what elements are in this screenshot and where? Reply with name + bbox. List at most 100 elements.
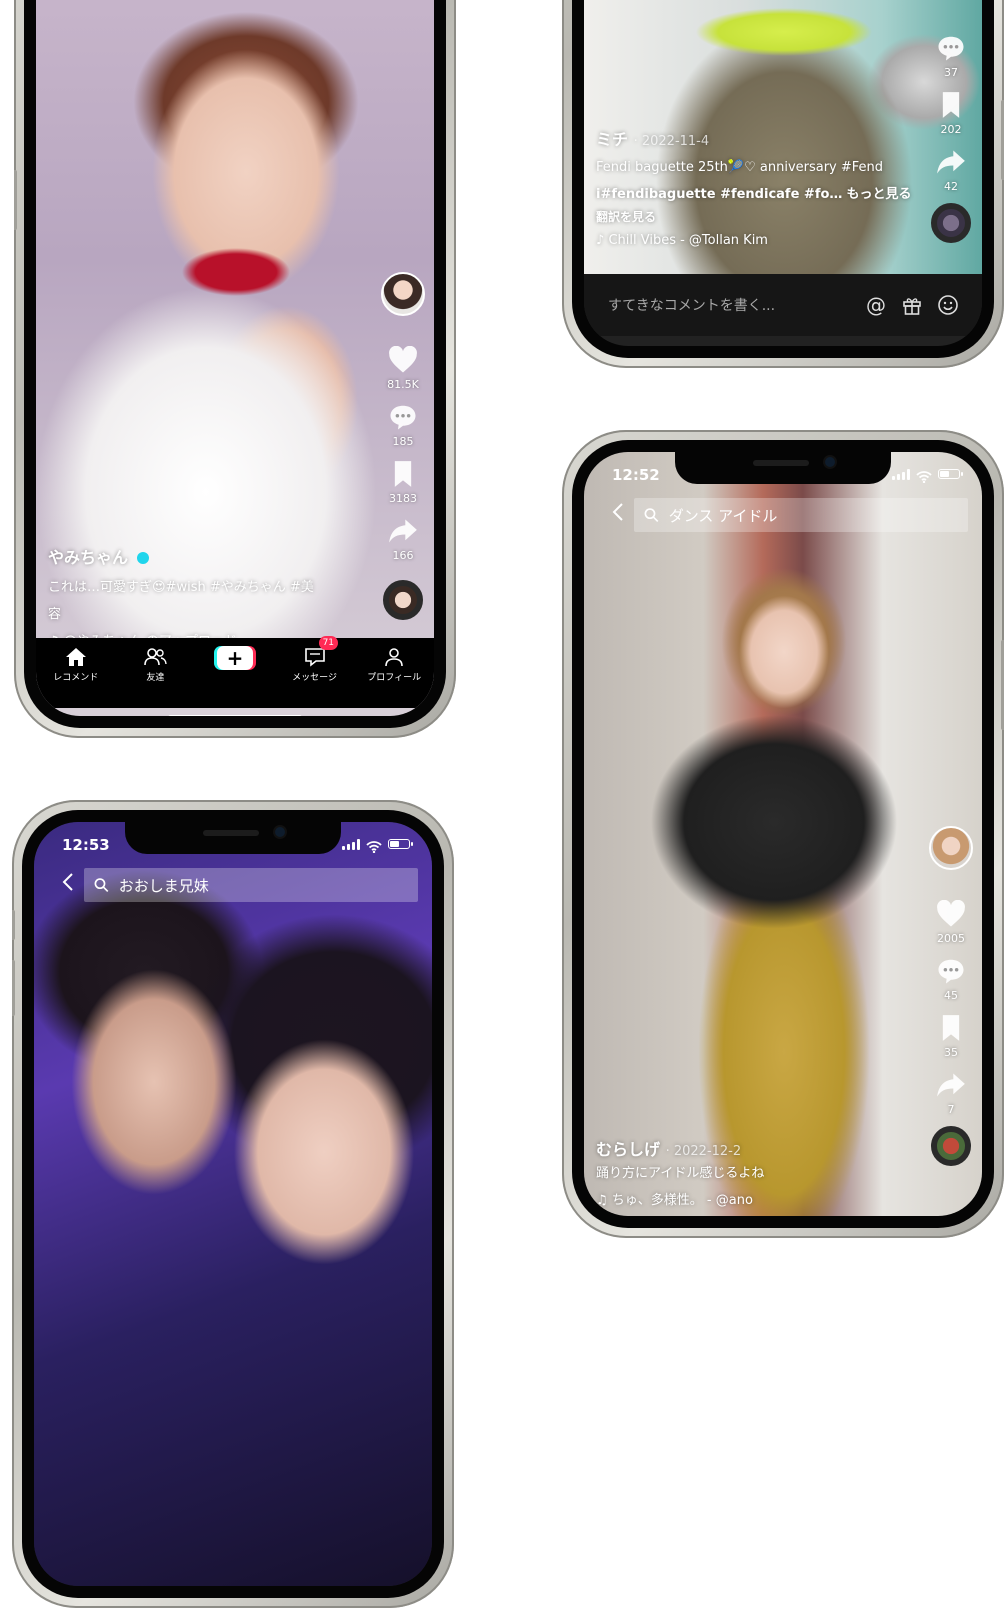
back-icon[interactable] (52, 868, 84, 902)
action-rail: 81.5K 185 3183 166 (380, 272, 426, 630)
description-line: i#fendibaguette #fendicafe #fo… (596, 187, 843, 202)
creator-name[interactable]: ミチ · 2022-11-4 (596, 126, 896, 150)
like-count: 2005 (937, 932, 965, 945)
action-rail: 37 202 42 (928, 32, 974, 253)
phone-frame-fendi: 37 202 42 ミチ · 2022-11-4 Fendi baguette … (562, 0, 1004, 368)
music-title: Chill Vibes - @Tollan Kim (608, 233, 768, 248)
share-button[interactable]: 7 (928, 1069, 974, 1116)
mention-icon[interactable]: @ (858, 293, 894, 317)
like-button[interactable]: 81.5K (380, 344, 426, 391)
tab-inbox[interactable]: 71 メッセージ (279, 636, 351, 683)
tab-profile[interactable]: プロフィール (358, 638, 430, 683)
music-link[interactable]: ♫ ちゅ、多様性。 - @ano (596, 1189, 896, 1208)
search-input[interactable] (666, 505, 968, 525)
music-disc-icon[interactable] (931, 1126, 971, 1166)
gift-icon[interactable] (894, 295, 930, 315)
wifi-icon (366, 838, 382, 854)
creator-name-text: むらしげ (596, 1140, 661, 1159)
battery-icon (388, 839, 413, 849)
tab-label: メッセージ (292, 673, 337, 683)
share-count: 7 (947, 1103, 955, 1116)
notch (125, 822, 341, 854)
video-description: 踊り方にアイドル感じるよね (596, 1166, 765, 1181)
bookmark-button[interactable]: 35 (928, 1012, 974, 1059)
phone-frame-recommend: 81.5K 185 3183 166 やみちゃん これは…可愛すぎ😍#wish … (14, 0, 456, 738)
status-time: 12:52 (612, 466, 660, 484)
share-icon (387, 515, 419, 547)
search-bar (52, 868, 418, 902)
emoji-icon[interactable] (930, 294, 966, 316)
status-icons (342, 838, 413, 854)
search-input[interactable] (116, 875, 418, 895)
search-field[interactable] (634, 498, 968, 532)
back-icon[interactable] (602, 498, 634, 532)
tab-label: プロフィール (367, 673, 422, 683)
creator-avatar[interactable] (929, 826, 973, 870)
home-icon (65, 644, 87, 670)
description-line: これは…可愛すぎ😍#wish #やみちゃん #美 (48, 580, 314, 595)
video-caption: やみちゃん これは…可愛すぎ😍#wish #やみちゃん #美 容 ♫ @やみちゃ… (48, 544, 348, 649)
video-description: Fendi baguette 25th🎾♡ anniversary #Fend … (596, 154, 912, 208)
search-field[interactable] (84, 868, 418, 902)
heart-icon (387, 344, 419, 376)
tab-label: 友達 (146, 673, 165, 683)
comment-button[interactable]: 37 (928, 32, 974, 79)
comment-input[interactable]: すてきなコメントを書く... (608, 295, 858, 315)
search-icon (94, 878, 109, 893)
bottom-tab-bar: レコメンド 友達 + 71 メッセージ プロフィール (36, 636, 434, 708)
comment-count: 45 (944, 989, 958, 1002)
tab-create[interactable]: + (199, 638, 271, 670)
description-line: 容 (48, 607, 62, 622)
music-disc-icon[interactable] (383, 580, 423, 620)
home-indicator[interactable] (168, 715, 302, 716)
comment-icon (935, 955, 967, 987)
phone-frame-search-siblings: 12:53 (12, 800, 454, 1608)
share-count: 42 (944, 180, 958, 193)
bookmark-count: 35 (944, 1046, 958, 1059)
video-player[interactable] (34, 822, 432, 1586)
see-more-link[interactable]: もっと見る (847, 187, 912, 202)
share-button[interactable]: 42 (928, 146, 974, 193)
unread-badge: 71 (318, 636, 339, 650)
creator-name-text: ミチ (596, 130, 629, 149)
wifi-icon (916, 468, 932, 484)
signal-icon (342, 838, 360, 850)
bookmark-count: 202 (940, 123, 962, 136)
share-icon (935, 146, 967, 178)
comment-icon (387, 401, 419, 433)
video-caption: むらしげ · 2022-12-2 踊り方にアイドル感じるよね ♫ ちゅ、多様性。… (596, 1136, 896, 1208)
creator-name[interactable]: むらしげ · 2022-12-2 (596, 1136, 896, 1160)
search-bar (602, 498, 968, 532)
video-player[interactable] (584, 452, 982, 1216)
post-date: · 2022-11-4 (633, 134, 710, 149)
translate-link[interactable]: 翻訳を見る (596, 208, 896, 225)
like-button[interactable]: 2005 (928, 898, 974, 945)
comment-button[interactable]: 45 (928, 955, 974, 1002)
share-icon (935, 1069, 967, 1101)
creator-avatar[interactable] (381, 272, 425, 316)
tab-recommend[interactable]: レコメンド (40, 638, 112, 683)
comment-bar: すてきなコメントを書く... @ (584, 274, 982, 336)
verified-icon (136, 551, 149, 564)
comment-count: 37 (944, 66, 958, 79)
heart-icon (935, 898, 967, 930)
comment-button[interactable]: 185 (380, 401, 426, 448)
comment-icon (935, 32, 967, 64)
bookmark-button[interactable]: 3183 (380, 458, 426, 505)
friends-icon (143, 644, 168, 670)
post-date: · 2022-12-2 (665, 1144, 742, 1159)
description-line: Fendi baguette 25th🎾♡ anniversary #Fend (596, 160, 884, 175)
search-icon (644, 508, 659, 523)
create-icon: + (216, 646, 253, 670)
music-link[interactable]: ♪ Chill Vibes - @Tollan Kim (596, 233, 896, 248)
creator-name-text: やみちゃん (48, 548, 129, 567)
bookmark-button[interactable]: 202 (928, 89, 974, 136)
tab-friends[interactable]: 友達 (119, 638, 191, 683)
music-disc-icon[interactable] (931, 203, 971, 243)
share-count: 166 (392, 549, 414, 562)
creator-name[interactable]: やみちゃん (48, 544, 348, 568)
tab-label: レコメンド (53, 673, 99, 683)
share-button[interactable]: 166 (380, 515, 426, 562)
like-count: 81.5K (387, 378, 419, 391)
action-rail: 2005 45 35 7 (928, 826, 974, 1176)
